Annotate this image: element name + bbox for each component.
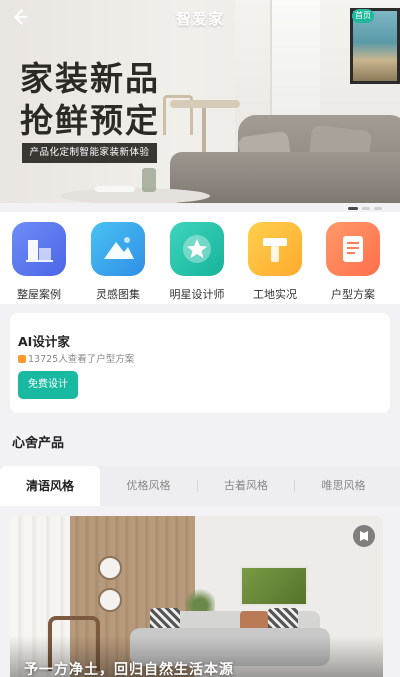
quick-entry-star-designer[interactable]: 明星设计师 [159,222,235,302]
banner-plate [95,186,135,192]
banner-vase [142,168,156,192]
carousel-dot [362,207,370,210]
ai-designer-viewers-text: 13725人查看了户型方案 [28,354,135,365]
tab-qingyu[interactable]: 清语风格 [0,466,100,506]
product-wall-clock [98,588,122,612]
document-icon [326,222,380,276]
style-tabs: 清语风格 优格风格 古着风格 唯思风格 [0,466,400,506]
banner-window [270,0,320,120]
ai-designer-card[interactable]: AI设计家 13725人查看了户型方案 免费设计 [10,313,390,413]
quick-entry-site-live[interactable]: 工地实况 [237,222,313,302]
banner-headline-line1: 家装新品 [20,59,160,98]
tab-youge[interactable]: 优格风格 [100,466,197,506]
tab-guzhuo[interactable]: 古着风格 [198,466,294,506]
banner-coffee-table [60,188,210,203]
free-design-button[interactable]: 免费设计 [18,371,78,399]
products-section-title: 心舍产品 [12,436,65,451]
home-badge[interactable]: 首页 [352,9,374,23]
tab-weisi[interactable]: 唯思风格 [295,466,392,506]
quick-entry-grid: 整屋案例 灵感图集 明星设计师 工地实况 户型方案 [0,212,400,304]
quick-entry-whole-house[interactable]: 整屋案例 [1,222,77,302]
quick-entry-inspiration[interactable]: 灵感图集 [80,222,156,302]
ai-designer-title: AI设计家 [18,334,70,349]
app-screen: 智爱家 首页 家装新品 抢鲜预定 产品化定制智能家装新体验 整屋案例 灵感图集 … [0,0,400,677]
house-icon [12,222,66,276]
banner-headline-line2: 抢鲜预定 [20,101,160,140]
mountain-image-icon [91,222,145,276]
fire-icon [18,355,26,363]
hero-banner[interactable]: 智爱家 首页 家装新品 抢鲜预定 产品化定制智能家装新体验 [0,0,400,203]
carousel-dot [374,207,382,210]
product-wall-art [240,566,308,606]
quick-entry-label: 灵感图集 [96,288,140,301]
construction-icon [248,222,302,276]
quick-entry-label: 工地实况 [253,288,297,301]
product-caption: 予一方净土，回归自然生活本源 [24,662,234,677]
back-arrow-icon[interactable] [8,6,30,28]
carousel-indicator [348,207,382,210]
star-badge-icon [170,222,224,276]
carousel-dot-active [348,207,358,210]
product-wall-clock [98,556,122,580]
banner-table [170,100,240,108]
vr-badge-icon[interactable] [353,525,375,547]
ai-designer-subtitle: 13725人查看了户型方案 [18,351,134,365]
product-card[interactable]: 予一方净土，回归自然生活本源 [10,516,383,677]
quick-entry-floorplan[interactable]: 户型方案 [315,222,391,302]
page-title: 智爱家 [175,10,224,28]
quick-entry-label: 户型方案 [331,288,375,301]
banner-tagline: 产品化定制智能家装新体验 [22,143,157,163]
quick-entry-label: 明星设计师 [169,288,225,301]
quick-entry-label: 整屋案例 [17,288,61,301]
